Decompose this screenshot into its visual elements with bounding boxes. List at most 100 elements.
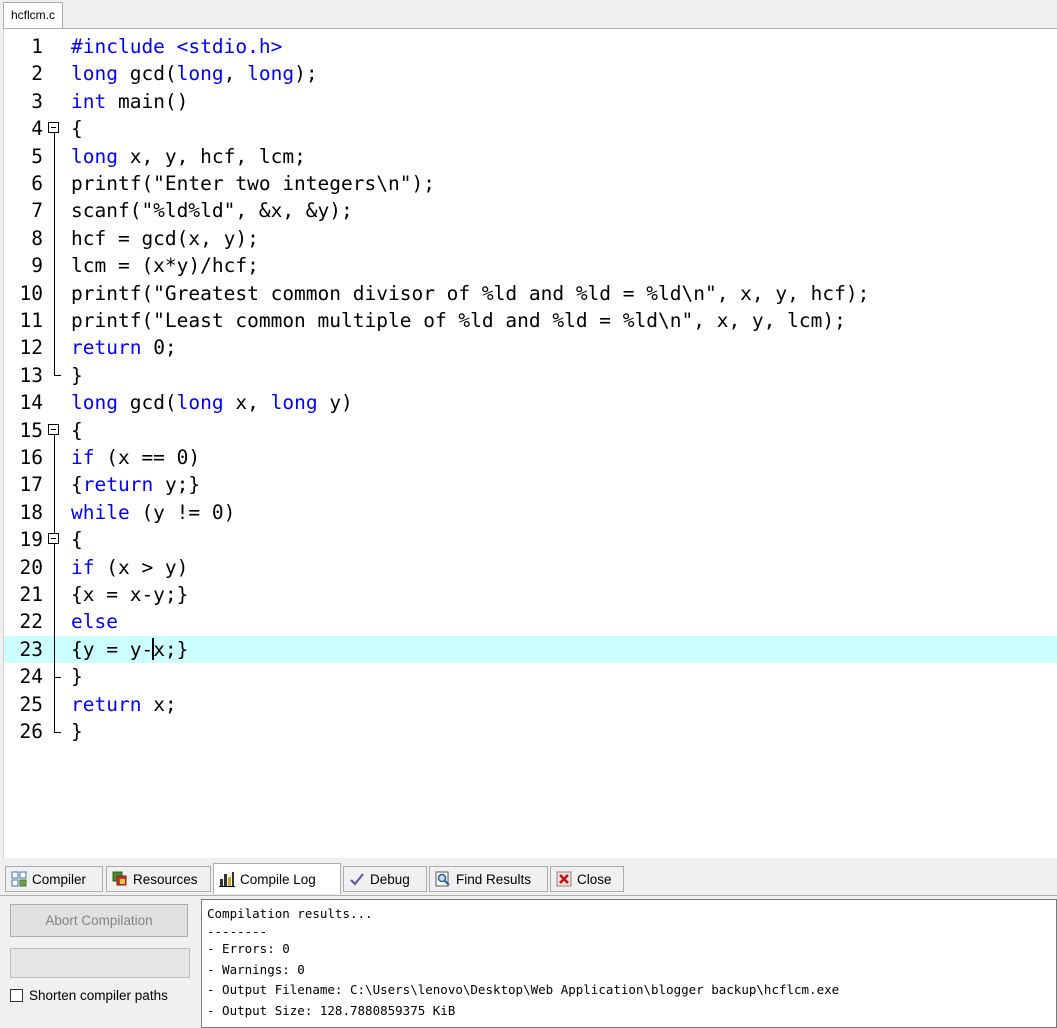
fold-guide [48, 635, 66, 664]
line-number: 20 [19, 555, 43, 579]
line-number: 15 [19, 418, 43, 442]
resources-icon [112, 871, 128, 887]
code-line[interactable]: 22 else [4, 608, 1057, 636]
code-token: x;} [153, 637, 189, 661]
bar-chart-icon [219, 871, 235, 887]
code-token: } [71, 720, 83, 743]
code-text: long gcd(long, long); [71, 60, 318, 87]
line-number: 26 [19, 720, 43, 743]
code-line[interactable]: 7 scanf("%ld%ld", &x, &y); [4, 197, 1057, 225]
tab-debug[interactable]: Debug [343, 866, 427, 892]
line-number: 4 [31, 117, 43, 141]
keyword-token: #include <stdio.h> [71, 35, 283, 58]
code-line[interactable]: 9 lcm = (x*y)/hcf; [4, 252, 1057, 280]
line-number: 24 [19, 665, 43, 689]
fold-toggle-icon[interactable] [48, 526, 66, 554]
log-line: - Errors: 0 [207, 941, 290, 956]
line-number: 8 [31, 226, 43, 250]
fold-toggle-icon[interactable] [48, 115, 66, 143]
keyword-token: long [71, 62, 118, 86]
code-line[interactable]: 11 printf("Least common multiple of %ld a… [4, 307, 1057, 335]
code-line[interactable]: 12 return 0; [4, 334, 1057, 362]
code-text: return 0; [71, 334, 177, 361]
code-line[interactable]: 26} [4, 718, 1057, 745]
code-line[interactable]: 18 while (y != 0) [4, 498, 1057, 527]
tab-find-results[interactable]: Find Results [429, 866, 548, 892]
abort-compilation-button[interactable]: Abort Compilation [10, 904, 188, 937]
code-token: x, y, hcf, lcm; [117, 144, 306, 168]
shorten-paths-checkbox[interactable] [10, 989, 23, 1002]
code-line[interactable]: 19 { [4, 526, 1057, 554]
code-text: {y = y-x;} [71, 636, 188, 663]
line-number: 5 [31, 144, 43, 168]
code-line[interactable]: 10 printf("Greatest common divisor of %ld… [4, 279, 1057, 307]
tab-compile-log[interactable]: Compile Log [213, 863, 341, 894]
line-number: 16 [19, 446, 43, 469]
code-text: { [71, 115, 83, 142]
code-line[interactable]: 17 {return y;} [4, 471, 1057, 499]
line-number: 10 [19, 281, 43, 305]
keyword-token: return [71, 336, 142, 360]
code-line[interactable]: 2 long gcd(long, long); [4, 60, 1057, 87]
keyword-token: if [71, 446, 95, 469]
line-number: 3 [31, 89, 43, 113]
line-number: 17 [19, 473, 43, 497]
checkmark-icon [349, 871, 365, 887]
compile-progress-bar [10, 948, 190, 978]
tab-resources[interactable]: Resources [106, 866, 211, 892]
fold-guide [48, 553, 66, 581]
fold-guide [48, 663, 66, 691]
code-line[interactable]: 14 long gcd(long x, long y) [4, 389, 1057, 416]
code-text: printf("Enter two integers\n"); [71, 170, 435, 197]
code-line[interactable]: 6 printf("Enter two integers\n"); [4, 170, 1057, 198]
code-token: { [71, 473, 83, 497]
code-line[interactable]: 25 return x; [4, 690, 1057, 718]
code-line[interactable]: 21 {x = x-y;} [4, 581, 1057, 609]
tab-label: Compile Log [240, 871, 316, 887]
line-number: 6 [31, 172, 43, 195]
code-line[interactable]: 20 if (x > y) [4, 553, 1057, 581]
code-line[interactable]: 3 int main() [4, 88, 1057, 115]
magnifier-icon [435, 871, 451, 887]
fold-guide [48, 170, 66, 198]
code-line[interactable]: 5 long x, y, hcf, lcm; [4, 142, 1057, 170]
keyword-token: long [270, 391, 318, 415]
code-text: } [71, 362, 83, 389]
grid-icon [11, 871, 27, 887]
code-line[interactable]: 16 if (x == 0) [4, 444, 1057, 472]
code-line[interactable]: 4{ [4, 115, 1057, 143]
code-token: , [223, 62, 248, 86]
tab-close[interactable]: Close [550, 866, 624, 892]
line-number: 14 [19, 391, 43, 415]
code-editor[interactable]: 1 #include <stdio.h> 2 long gcd(long, long)… [3, 28, 1057, 858]
file-tab-hcflcm[interactable]: hcflcm.c [3, 2, 64, 28]
code-line[interactable]: 1 #include <stdio.h> [4, 33, 1057, 60]
line-number: 21 [19, 583, 43, 606]
compile-log-output[interactable]: Compilation results... -------- - Errors: … [201, 899, 1057, 1028]
keyword-token: long [176, 391, 224, 415]
code-token: {x = x-y;} [71, 583, 189, 606]
code-line[interactable]: 24} [4, 663, 1057, 691]
code-token: printf("Least common multiple of %ld and… [71, 309, 846, 332]
keyword-token: else [71, 610, 118, 634]
line-number: 22 [19, 610, 43, 634]
code-token: x, [223, 391, 271, 415]
keyword-token: long [71, 144, 118, 168]
fold-toggle-icon[interactable] [48, 417, 66, 444]
tab-label: Close [577, 871, 612, 887]
code-line[interactable]: 15 { [4, 417, 1057, 444]
code-line[interactable]: 23 {y = y-x;} [4, 635, 1057, 664]
fold-guide [48, 142, 66, 170]
fold-guide [48, 252, 66, 280]
code-text: else [71, 608, 118, 635]
code-text: if (x == 0) [71, 444, 200, 471]
fold-guide [48, 307, 66, 335]
fold-guide [48, 224, 66, 253]
code-line[interactable]: 8 hcf = gcd(x, y); [4, 224, 1057, 253]
shorten-paths-row[interactable]: Shorten compiler paths [10, 988, 168, 1003]
line-number: 12 [19, 336, 43, 360]
tab-label: Find Results [456, 871, 532, 887]
code-line[interactable]: 13} [4, 361, 1057, 389]
fold-guide [48, 581, 66, 609]
tab-compiler[interactable]: Compiler [5, 866, 103, 892]
